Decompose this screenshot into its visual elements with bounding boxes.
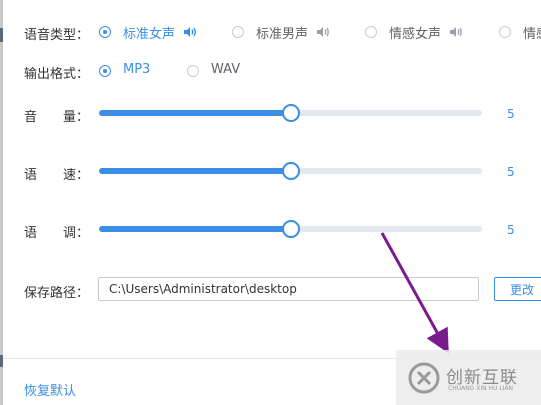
radio-label: 情感女声	[389, 27, 442, 42]
radio-label: 标准男声	[256, 27, 309, 42]
slider-fill	[99, 226, 291, 232]
save-path-input[interactable]	[98, 277, 479, 301]
radio-label: MP3	[123, 62, 151, 77]
radio-dot	[365, 26, 377, 38]
window-edge-marker	[0, 355, 3, 367]
save-path-label: 保存路径：	[24, 286, 90, 301]
radio-dot	[232, 26, 244, 38]
radio-dot	[187, 65, 199, 77]
watermark-subtitle: CHUANG XIN HU LIAN	[448, 385, 514, 392]
pitch-label: 语 调：	[24, 226, 90, 241]
slider-thumb[interactable]	[281, 220, 300, 238]
speaker-icon[interactable]	[183, 25, 197, 39]
slider-fill	[99, 168, 291, 174]
volume-label: 音 量：	[24, 110, 90, 125]
speed-value: 5	[507, 165, 515, 179]
volume-value: 5	[507, 107, 515, 121]
window-left-edge	[0, 0, 3, 405]
change-path-button[interactable]: 更改	[494, 277, 541, 301]
speed-label: 语 速：	[24, 168, 90, 183]
annotation-arrow	[380, 232, 449, 354]
voice-type-label: 语音类型：	[24, 28, 90, 43]
window-edge-marker	[0, 28, 3, 42]
radio-dot	[99, 65, 111, 77]
radio-dot	[499, 26, 511, 38]
volume-slider[interactable]	[99, 104, 482, 122]
watermark: 创新互联 CHUANG XIN HU LIAN	[396, 350, 541, 405]
radio-dot	[99, 26, 111, 38]
reset-defaults-link[interactable]: 恢复默认	[24, 380, 76, 399]
speaker-icon[interactable]	[449, 25, 463, 39]
radio-label: 情感	[523, 27, 541, 42]
watermark-logo-icon	[408, 362, 440, 394]
output-format-label: 输出格式：	[24, 67, 90, 82]
slider-thumb[interactable]	[281, 162, 300, 180]
slider-thumb[interactable]	[281, 104, 300, 122]
radio-label: 标准女声	[123, 27, 176, 42]
radio-label: WAV	[211, 62, 241, 77]
pitch-value: 5	[507, 223, 515, 237]
pitch-slider[interactable]	[99, 220, 482, 238]
speed-slider[interactable]	[99, 162, 482, 180]
slider-fill	[99, 110, 291, 116]
speaker-icon[interactable]	[316, 25, 330, 39]
